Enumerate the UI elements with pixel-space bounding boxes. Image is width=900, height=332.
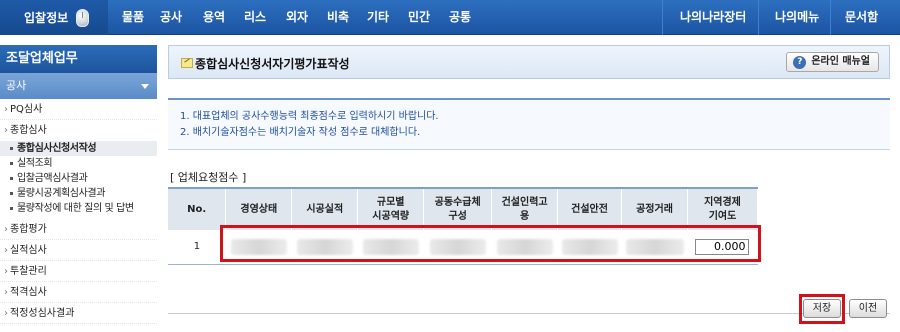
- sidebar-subitem-label: 물량시공계획심사결과: [17, 188, 106, 199]
- sidebar-section-label: 공사: [6, 79, 27, 92]
- sidebar: 조달업체업무 공사 › PQ심사 › 종합심사 종합심사신청서작성 실적조회 입찰금…: [0, 45, 157, 332]
- sidebar-subitem-label: 물량작성에 대한 질의 및 답변: [17, 203, 134, 214]
- sidebar-subitem-bid-amount[interactable]: 입찰금액심사결과: [0, 171, 157, 186]
- column-header: 지역경제 기여도: [687, 188, 759, 230]
- brand-menu[interactable]: 입찰정보: [0, 0, 108, 35]
- column-header: 규모별 시공역량: [357, 188, 425, 230]
- column-header: 시공실적: [291, 188, 359, 230]
- sidebar-subitem-qna[interactable]: 물량작성에 대한 질의 및 답변: [0, 201, 157, 216]
- column-header: No.: [168, 188, 227, 230]
- row-number: 1: [168, 230, 226, 265]
- notice-line: 2. 배치기술자점수는 배치기술자 작성 점수로 대체합니다.: [180, 127, 421, 138]
- sidebar-submenu: 종합심사신청서작성 실적조회 입찰금액심사결과 물량시공계획심사결과 물량작성에…: [0, 141, 157, 216]
- nav-item-my-market[interactable]: 나의나라장터: [680, 0, 746, 35]
- nav-divider: [662, 0, 663, 35]
- notice-box: 1. 대표업체의 공사수행능력 최종점수로 입력하시기 바랍니다. 2. 배치기…: [168, 98, 890, 150]
- sidebar-subitem-label: 종합심사신청서작성: [17, 143, 97, 154]
- sidebar-section-dropdown[interactable]: 공사: [0, 73, 157, 99]
- highlight-box: [220, 225, 761, 262]
- nav-item-goods[interactable]: 물품: [122, 0, 144, 35]
- nav-item-private[interactable]: 민간: [408, 0, 430, 35]
- sidebar-item-label: 종합심사: [10, 125, 47, 136]
- pencil-icon: [181, 58, 193, 68]
- save-button[interactable]: 저장: [803, 299, 841, 318]
- nav-item-my-menu[interactable]: 나의메뉴: [775, 0, 819, 35]
- column-header: 경영상태: [225, 188, 293, 230]
- nav-item-foreign[interactable]: 외자: [286, 0, 308, 35]
- nav-item-stockpile[interactable]: 비축: [327, 0, 349, 35]
- column-header: 건설안전: [557, 188, 623, 230]
- sidebar-subitem-performance[interactable]: 실적조회: [0, 156, 157, 171]
- brand-label: 입찰정보: [24, 11, 69, 25]
- notice-line: 1. 대표업체의 공사수행능력 최종점수로 입력하시기 바랍니다.: [180, 111, 439, 122]
- divider: [168, 313, 890, 314]
- sidebar-item-label: 투찰관리: [10, 266, 47, 277]
- sidebar-item-evaluation[interactable]: › 종합평가: [0, 219, 157, 240]
- page-title: 종합심사신청서자기평가표작성: [195, 57, 350, 71]
- sidebar-title: 조달업체업무: [0, 45, 157, 73]
- page-header: 종합심사신청서자기평가표작성 ? 온라인 매뉴얼: [168, 45, 890, 79]
- online-manual-button[interactable]: ? 온라인 매뉴얼: [786, 52, 879, 72]
- sidebar-item-label: PQ심사: [10, 104, 43, 115]
- online-manual-label: 온라인 매뉴얼: [811, 56, 870, 67]
- mouse-icon: [76, 8, 90, 27]
- sidebar-item-label: 종합평가: [10, 224, 47, 235]
- sidebar-subitem-label: 실적조회: [17, 158, 53, 169]
- sidebar-item-comprehensive-review[interactable]: › 종합심사: [0, 120, 157, 141]
- nav-divider: [830, 0, 831, 35]
- nav-item-construction[interactable]: 공사: [160, 0, 182, 35]
- nav-item-documents[interactable]: 문서함: [845, 0, 878, 35]
- column-header: 공정거래: [621, 188, 688, 230]
- nav-item-common[interactable]: 공통: [449, 0, 471, 35]
- sidebar-menu: › PQ심사 › 종합심사 종합심사신청서작성 실적조회 입찰금액심사결과 물량시공…: [0, 99, 157, 324]
- sidebar-subitem-quantity-plan[interactable]: 물량시공계획심사결과: [0, 186, 157, 201]
- sidebar-item-pq[interactable]: › PQ심사: [0, 99, 157, 120]
- nav-divider: [758, 0, 759, 35]
- sidebar-item-bid-management[interactable]: › 투찰관리: [0, 261, 157, 282]
- sidebar-item-label: 적정성심사결과: [10, 308, 75, 319]
- main-content: 종합심사신청서자기평가표작성 ? 온라인 매뉴얼 1. 대표업체의 공사수행능력…: [168, 45, 890, 332]
- section-label: [ 업체요청점수 ]: [170, 171, 247, 184]
- sidebar-subitem-label: 입찰금액심사결과: [17, 173, 88, 184]
- nav-item-service[interactable]: 용역: [203, 0, 225, 35]
- sidebar-item-performance-review[interactable]: › 실적심사: [0, 240, 157, 261]
- nav-item-lease[interactable]: 리스: [244, 0, 266, 35]
- top-navigation: 입찰정보 물품 공사 용역 리스 외자 비축 기타 민간 공통 나의나라장터 나…: [0, 0, 900, 35]
- sidebar-subitem-application[interactable]: 종합심사신청서작성: [0, 141, 157, 156]
- sidebar-item-label: 적격심사: [10, 287, 47, 298]
- help-icon: ?: [793, 56, 807, 69]
- prev-button[interactable]: 이전: [849, 299, 887, 318]
- sidebar-item-adequacy-result[interactable]: › 적정성심사결과: [0, 303, 157, 324]
- table-header-row: No. 경영상태 시공실적 규모별 시공역량 공동수급체 구성 건설인력고 용 …: [168, 188, 759, 230]
- column-header: 공동수급체 구성: [423, 188, 493, 230]
- chevron-down-icon: [141, 84, 149, 89]
- column-header: 건설인력고 용: [491, 188, 559, 230]
- sidebar-item-eligibility-review[interactable]: › 적격심사: [0, 282, 157, 303]
- nav-item-etc[interactable]: 기타: [367, 0, 389, 35]
- sidebar-item-label: 실적심사: [10, 245, 47, 256]
